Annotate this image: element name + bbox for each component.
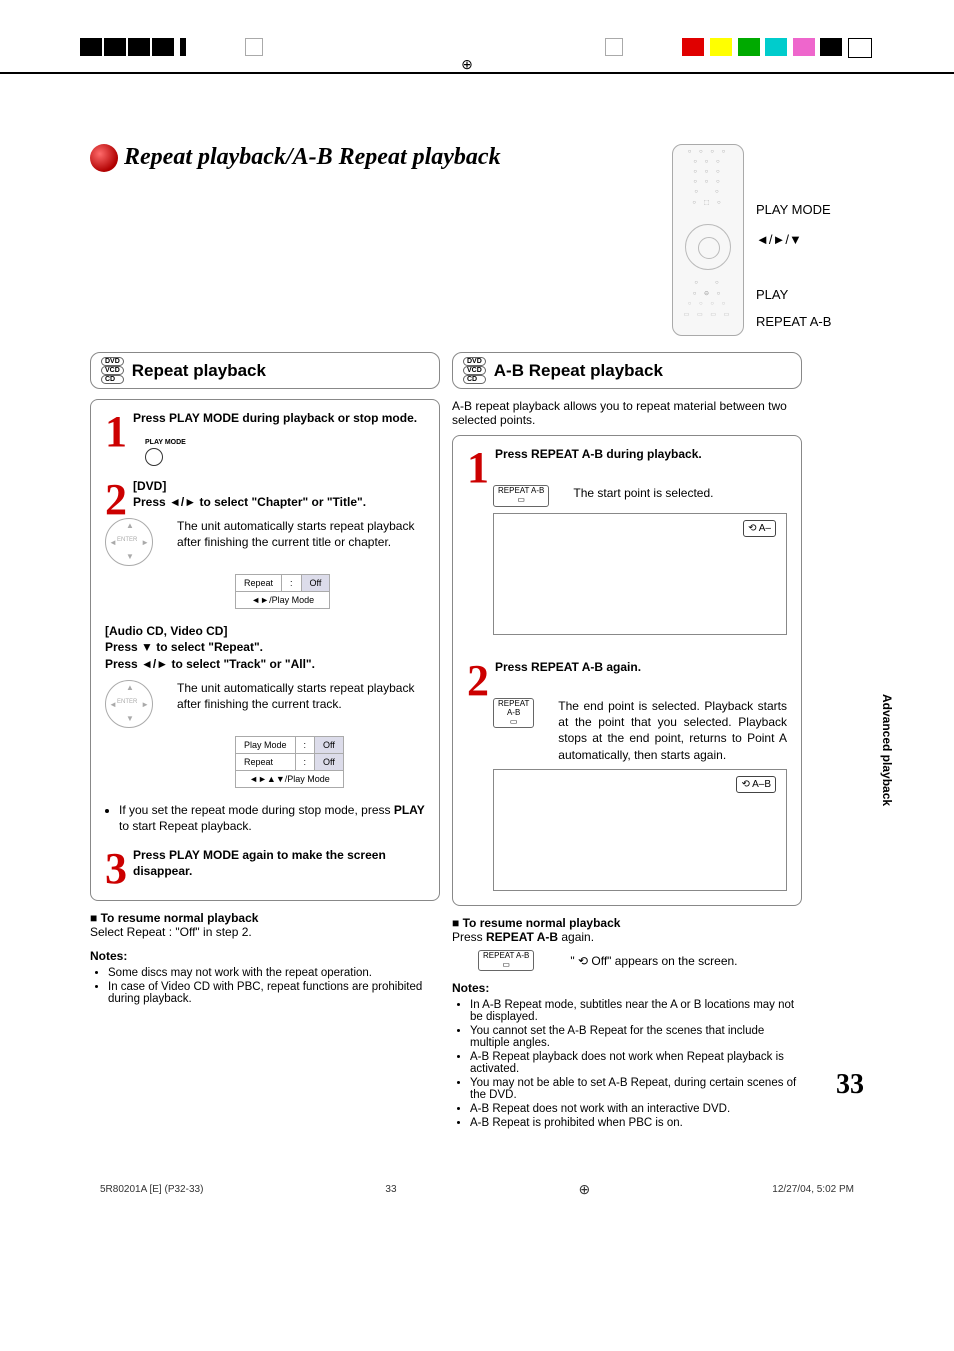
notes-heading-left: Notes:: [90, 949, 440, 963]
remote-diagram: ○ ○ ○ ○ ○ ○ ○ ○ ○ ○ ○ ○ ○ ○ ○ ○ ⬚ ○ ○ ○ …: [664, 144, 874, 336]
resume-text-left: Select Repeat : "Off" in step 2.: [90, 925, 440, 939]
reg-marks-right: [605, 38, 874, 58]
ab-step2-text: Press REPEAT A-B again.: [495, 660, 641, 674]
footer-cross-icon: ⊕: [579, 1181, 591, 1198]
remote-label-play: PLAY: [756, 287, 788, 302]
note-item: In A-B Repeat mode, subtitles near the A…: [470, 999, 802, 1023]
notes-list-left: Some discs may not work with the repeat …: [96, 967, 440, 1005]
registration-bar: ⊕: [0, 0, 954, 74]
note-item: In case of Video CD with PBC, repeat fun…: [108, 981, 440, 1005]
resume-heading-right: To resume normal playback: [452, 916, 802, 930]
step3-text: Press PLAY MODE again to make the screen…: [133, 848, 386, 878]
ab-step1-text: Press REPEAT A-B during playback.: [495, 447, 702, 461]
nav-pad-icon-2: ▲ ▼ ◄ ►: [105, 680, 153, 728]
resume-line-right: Press REPEAT A-B again.: [452, 930, 802, 944]
remote-label-arrows: ◄/►/▼: [756, 232, 802, 247]
step2-instr: Press ◄/► to select "Chapter" or "Title"…: [133, 495, 366, 509]
nav-pad-icon: ▲ ▼ ◄ ►: [105, 518, 153, 566]
repeat-ab-button-icon: REPEAT A-B▭: [493, 485, 549, 507]
ab-step-2: 2: [467, 663, 489, 698]
footer-left: 5R80201A [E] (P32-33): [100, 1184, 203, 1195]
step2b-title: [Audio CD, Video CD]: [105, 624, 227, 638]
footer-center: 33: [385, 1184, 396, 1195]
note-item: You may not be able to set A-B Repeat, d…: [470, 1077, 802, 1101]
ab-step1-desc: The start point is selected.: [573, 485, 713, 501]
notes-heading-right: Notes:: [452, 981, 802, 995]
notes-list-right: In A-B Repeat mode, subtitles near the A…: [458, 999, 802, 1129]
osd-display-2: Play Mode:Off Repeat:Off ◄►▲▼/Play Mode: [235, 736, 344, 788]
ab-step-1: 1: [467, 450, 489, 485]
step-number-3: 3: [105, 851, 127, 886]
page-number: 33: [836, 1069, 864, 1101]
playmode-button-icon: [145, 448, 163, 466]
ab-box: 1 Press REPEAT A-B during playback. REPE…: [452, 435, 802, 906]
section-head-repeat: DVD VCD CD Repeat playback: [90, 352, 440, 389]
reg-marks-left: [80, 38, 265, 59]
step-number-1: 1: [105, 414, 127, 449]
repeat-ab-button-icon: REPEAT A-B▭: [478, 950, 534, 972]
tv-preview-1: ⟲ A–: [493, 513, 787, 635]
osd-display-1: Repeat:Off ◄►/Play Mode: [235, 574, 330, 609]
section-head-ab: DVD VCD CD A-B Repeat playback: [452, 352, 802, 389]
tv-preview-2: ⟲ A–B: [493, 769, 787, 891]
page-title: Repeat playback/A-B Repeat playback: [90, 144, 501, 172]
right-column: DVD VCD CD A-B Repeat playback A-B repea…: [452, 352, 802, 1131]
left-column: DVD VCD CD Repeat playback 1 Press PLAY …: [90, 352, 440, 1131]
disc-icons: DVD VCD CD: [463, 357, 486, 384]
repeat-box: 1 Press PLAY MODE during playback or sto…: [90, 399, 440, 901]
step2-desc: The unit automatically starts repeat pla…: [177, 518, 425, 566]
footer-right: 12/27/04, 5:02 PM: [772, 1184, 854, 1195]
bullet-icon: [90, 144, 118, 172]
remote-body: ○ ○ ○ ○ ○ ○ ○ ○ ○ ○ ○ ○ ○ ○ ○ ○ ⬚ ○ ○ ○ …: [672, 144, 744, 336]
page-content: Repeat playback/A-B Repeat playback ○ ○ …: [0, 74, 954, 1161]
step2b-desc: The unit automatically starts repeat pla…: [177, 680, 425, 728]
step2-title: [DVD]: [133, 479, 166, 493]
ab-step2-desc: The end point is selected. Playback star…: [558, 698, 787, 763]
remote-label-repeatab: REPEAT A-B: [756, 314, 831, 329]
repeat-stop-note: If you set the repeat mode during stop m…: [119, 802, 425, 834]
section-head-text: A-B Repeat playback: [494, 361, 663, 381]
side-tab: Advanced playback: [880, 694, 894, 806]
playmode-label: PLAY MODE: [145, 438, 425, 447]
note-item: A-B Repeat does not work with an interac…: [470, 1103, 802, 1115]
note-item: You cannot set the A-B Repeat for the sc…: [470, 1025, 802, 1049]
disc-icons: DVD VCD CD: [101, 357, 124, 384]
note-item: A-B Repeat playback does not work when R…: [470, 1051, 802, 1075]
page-title-text: Repeat playback/A-B Repeat playback: [124, 144, 501, 170]
note-item: Some discs may not work with the repeat …: [108, 967, 440, 979]
remote-label-playmode: PLAY MODE: [756, 202, 831, 217]
repeat-ab-button-icon: REPEAT A-B▭: [493, 698, 534, 728]
step-number-2: 2: [105, 482, 127, 517]
step1-text: Press PLAY MODE during playback or stop …: [133, 411, 417, 425]
resume-heading-left: To resume normal playback: [90, 911, 440, 925]
center-cross-icon: ⊕: [458, 55, 476, 73]
resume-off-text: " ⟲ Off" appears on the screen.: [570, 954, 737, 968]
step2b-line2: Press ◄/► to select "Track" or "All".: [105, 657, 315, 671]
note-item: A-B Repeat is prohibited when PBC is on.: [470, 1117, 802, 1129]
section-head-text: Repeat playback: [132, 361, 266, 381]
tv-badge-ab: ⟲ A–B: [736, 776, 776, 794]
tv-badge-a: ⟲ A–: [743, 520, 776, 538]
step2b-line1: Press ▼ to select "Repeat".: [105, 640, 263, 654]
ab-intro: A-B repeat playback allows you to repeat…: [452, 399, 802, 427]
footer: 5R80201A [E] (P32-33) 33 ⊕ 12/27/04, 5:0…: [0, 1161, 954, 1228]
